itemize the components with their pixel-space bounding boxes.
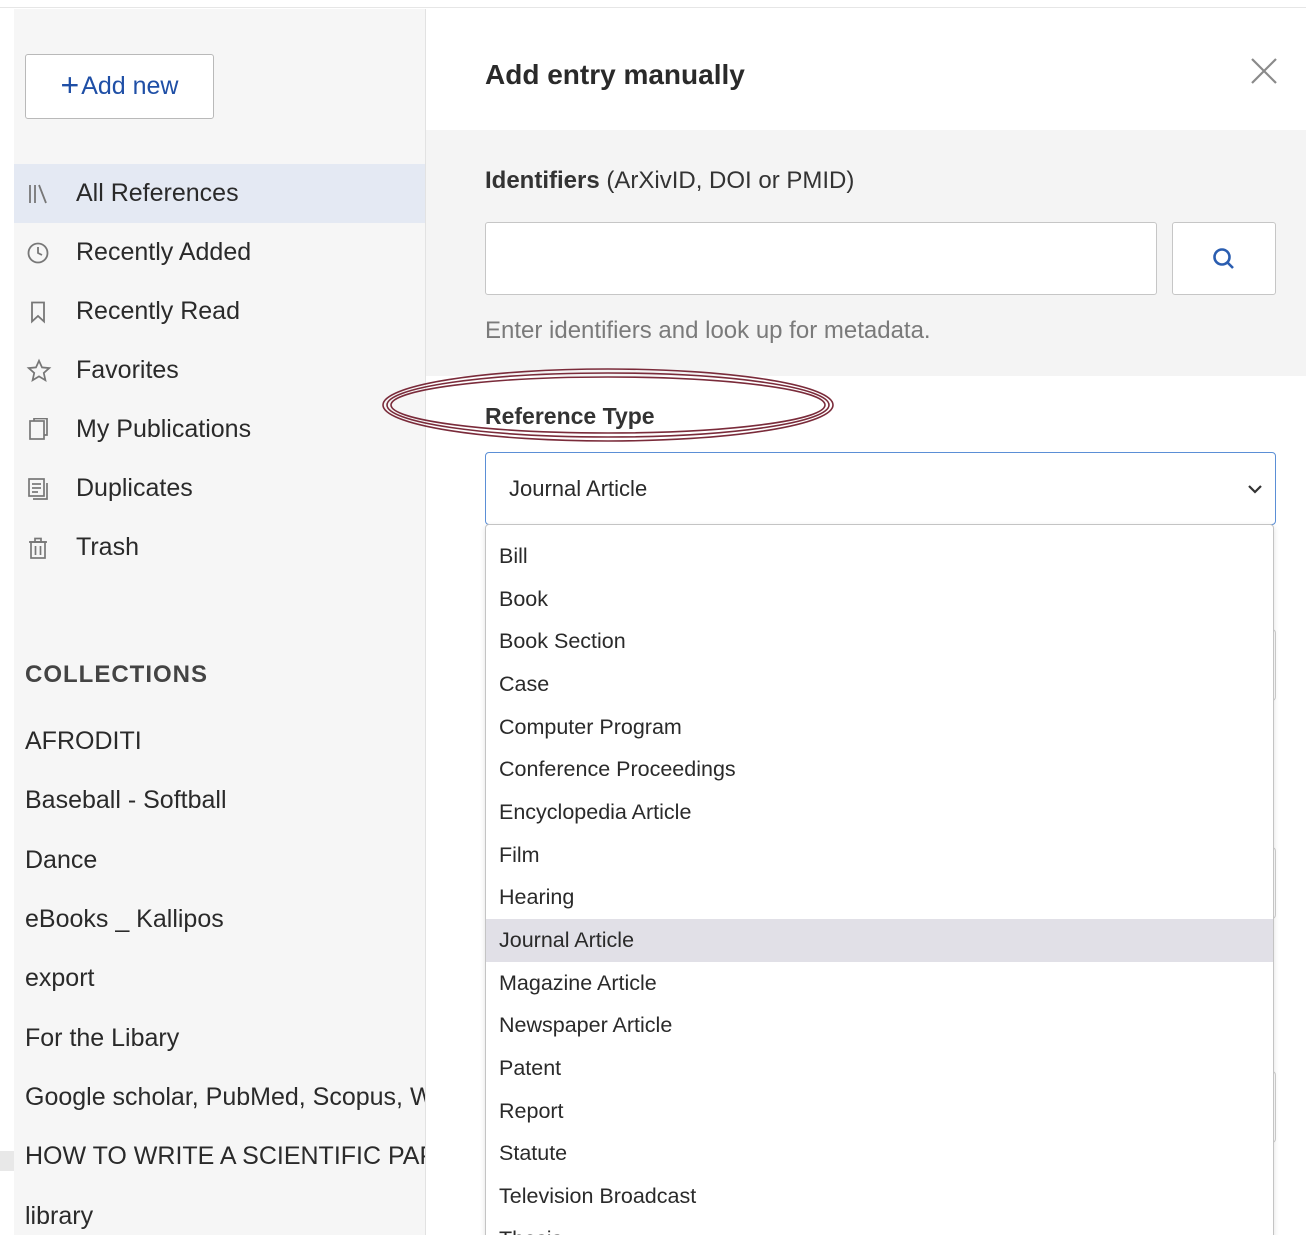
collection-item[interactable]: HOW TO WRITE A SCIENTIFIC PAPER — [25, 1127, 425, 1186]
nav-label: Favorites — [76, 356, 179, 384]
identifiers-search-button[interactable] — [1172, 222, 1276, 295]
nav-item-recently-read[interactable]: Recently Read — [14, 282, 425, 341]
top-border — [0, 0, 1306, 8]
plus-icon: + — [60, 67, 80, 103]
identifiers-label-bold: Identifiers — [485, 167, 600, 194]
identifiers-section: Identifiers (ArXivID, DOI or PMID) Enter… — [426, 130, 1306, 376]
panel-title: Add entry manually — [485, 59, 745, 90]
nav-item-my-publications[interactable]: My Publications — [14, 400, 425, 459]
trash-icon — [14, 536, 64, 560]
collection-item[interactable]: Baseball - Softball — [25, 771, 425, 830]
dropdown-option[interactable]: Book — [486, 578, 1273, 621]
dropdown-option[interactable]: Statute — [486, 1133, 1273, 1176]
nav-label: Recently Read — [76, 297, 240, 325]
dropdown-option[interactable]: Television Broadcast — [486, 1175, 1273, 1218]
dropdown-option[interactable]: Encyclopedia Article — [486, 791, 1273, 834]
dropdown-option[interactable]: Film — [486, 834, 1273, 877]
nav-item-duplicates[interactable]: Duplicates — [14, 459, 425, 518]
add-new-button[interactable]: + Add new — [25, 54, 214, 119]
collections-heading: COLLECTIONS — [25, 661, 208, 688]
add-new-label: Add new — [81, 72, 179, 100]
nav-label: Duplicates — [76, 474, 193, 502]
annotation-ellipse — [382, 368, 834, 442]
chevron-down-icon — [1248, 485, 1262, 494]
nav-label: All References — [76, 179, 239, 207]
dropdown-option[interactable]: Report — [486, 1090, 1273, 1133]
reference-type-selected-value: Journal Article — [509, 475, 648, 501]
dropdown-option-selected[interactable]: Journal Article — [486, 919, 1273, 962]
add-entry-panel: Add entry manually Identifiers (ArXivID,… — [382, 9, 1306, 1235]
identifiers-help-text: Enter identifiers and look up for metada… — [485, 317, 931, 344]
duplicates-icon — [14, 477, 64, 501]
collection-item[interactable]: eBooks _ Kallipos — [25, 890, 425, 949]
collection-item[interactable]: For the Libary — [25, 1008, 425, 1067]
collection-item[interactable]: Google scholar, PubMed, Scopus, Web of S… — [25, 1068, 425, 1127]
collections-list: AFRODITI Baseball - Softball Dance eBook… — [25, 712, 425, 1235]
dropdown-option[interactable]: Hearing — [486, 877, 1273, 920]
nav-label: Trash — [76, 533, 139, 561]
bookmark-icon — [14, 300, 64, 324]
identifiers-label-hint: (ArXivID, DOI or PMID) — [599, 167, 855, 194]
nav-label: Recently Added — [76, 238, 252, 266]
clock-icon — [14, 241, 64, 265]
collection-item[interactable]: library — [25, 1186, 425, 1235]
nav-item-favorites[interactable]: Favorites — [14, 341, 425, 400]
left-gutter — [0, 9, 14, 1235]
publication-icon — [14, 417, 64, 442]
star-icon — [14, 358, 64, 384]
panel-header: Add entry manually — [426, 9, 1306, 130]
gutter-tab — [0, 1151, 14, 1171]
dropdown-option[interactable]: Thesis — [486, 1218, 1273, 1235]
collection-item[interactable]: export — [25, 949, 425, 1008]
identifiers-input[interactable] — [485, 222, 1157, 295]
dropdown-option[interactable]: Patent — [486, 1047, 1273, 1090]
nav-label: My Publications — [76, 415, 252, 443]
nav-item-trash[interactable]: Trash — [14, 518, 425, 577]
identifiers-label: Identifiers (ArXivID, DOI or PMID) — [485, 167, 854, 195]
dropdown-option[interactable]: Conference Proceedings — [486, 748, 1273, 791]
dropdown-option[interactable]: Bill — [486, 535, 1273, 578]
dropdown-option[interactable]: Book Section — [486, 620, 1273, 663]
reference-type-dropdown: Bill Book Book Section Case Computer Pro… — [485, 524, 1274, 1235]
library-nav: All References Recently Added Recently R… — [14, 164, 425, 577]
sidebar: + Add new All References Recently Added … — [14, 9, 425, 1235]
dropdown-option[interactable]: Case — [486, 663, 1273, 706]
dropdown-option[interactable]: Magazine Article — [486, 962, 1273, 1005]
dropdown-option[interactable]: Newspaper Article — [486, 1005, 1273, 1048]
nav-item-all-references[interactable]: All References — [14, 164, 425, 223]
search-icon — [1213, 247, 1234, 269]
collection-item[interactable]: Dance — [25, 831, 425, 890]
reference-type-select[interactable]: Journal Article — [485, 452, 1276, 525]
collection-item[interactable]: AFRODITI — [25, 712, 425, 771]
dropdown-option[interactable]: Computer Program — [486, 706, 1273, 749]
library-icon — [14, 182, 64, 206]
nav-item-recently-added[interactable]: Recently Added — [14, 223, 425, 282]
close-icon[interactable] — [1246, 53, 1282, 89]
